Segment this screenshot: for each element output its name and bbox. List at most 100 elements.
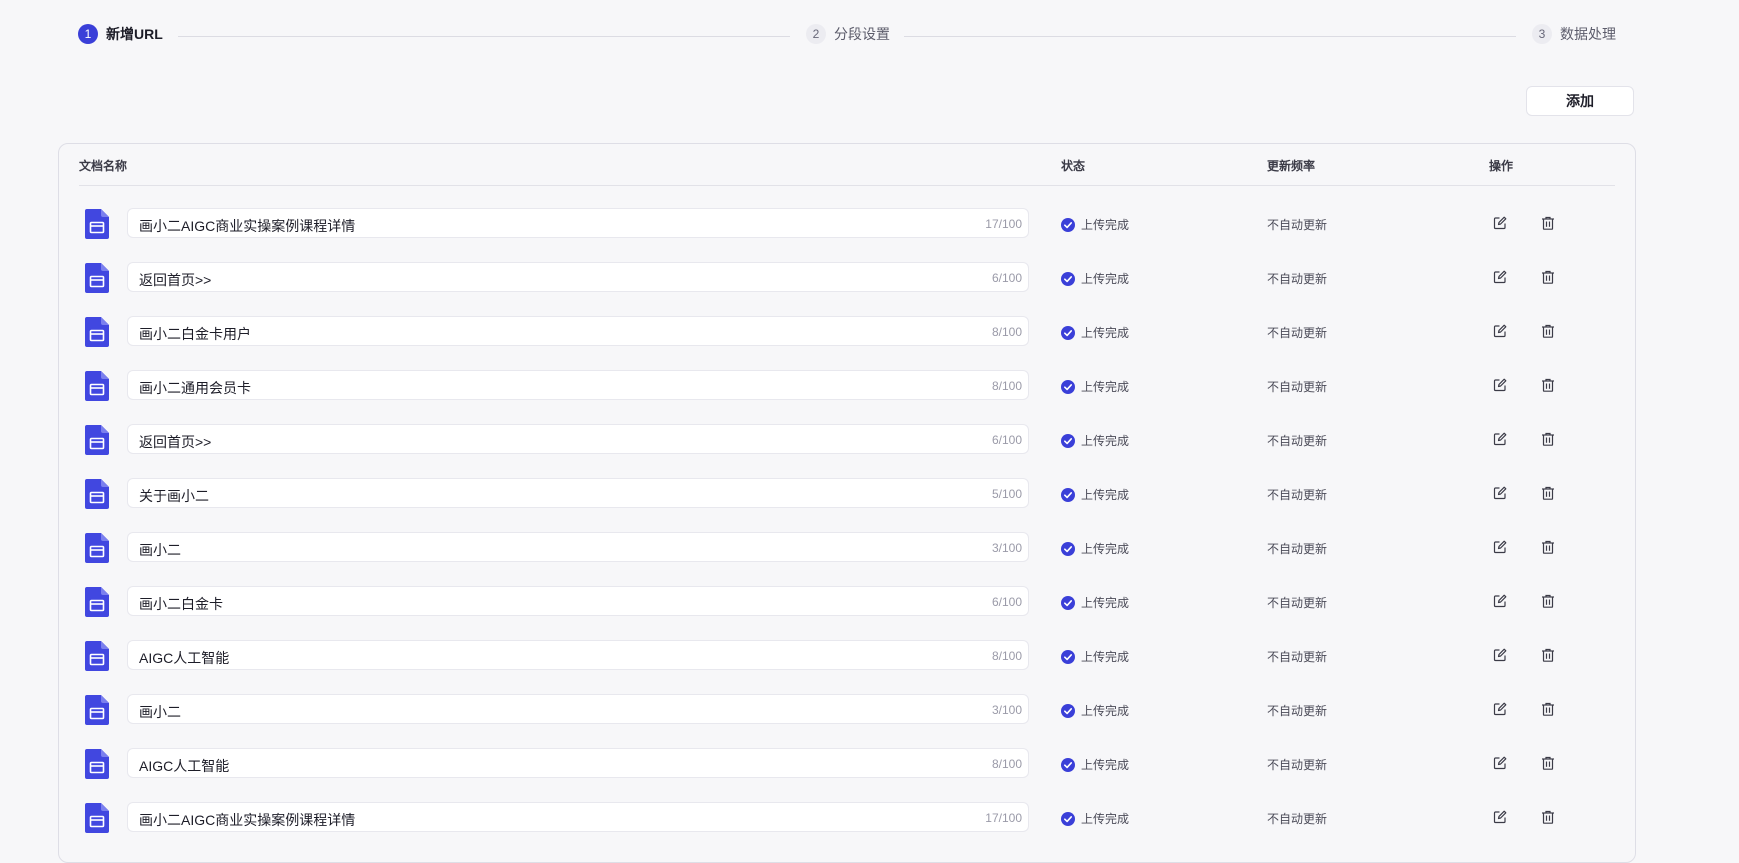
edit-icon[interactable]: [1493, 594, 1507, 608]
check-circle-icon: [1061, 649, 1075, 664]
trash-icon[interactable]: [1541, 486, 1555, 500]
status-text: 上传完成: [1081, 326, 1130, 340]
document-name-input[interactable]: 返回首页>> 6/100: [127, 262, 1029, 292]
step-connector: [178, 36, 790, 37]
document-icon: [85, 425, 109, 455]
document-icon: [85, 641, 109, 671]
update-frequency: 不自动更新: [1267, 704, 1328, 718]
update-frequency: 不自动更新: [1267, 488, 1328, 502]
edit-icon[interactable]: [1493, 270, 1507, 284]
trash-icon[interactable]: [1541, 378, 1555, 392]
edit-icon[interactable]: [1493, 648, 1507, 662]
edit-icon[interactable]: [1493, 216, 1507, 230]
document-name-input[interactable]: 画小二AIGC商业实操案例课程详情 17/100: [127, 208, 1029, 238]
document-name: 画小二白金卡用户: [139, 326, 251, 342]
document-icon: [85, 371, 109, 401]
check-circle-icon: [1061, 595, 1075, 610]
character-count: 3/100: [991, 703, 1022, 717]
status-badge: 上传完成: [1061, 378, 1129, 395]
document-name: AIGC人工智能: [139, 758, 230, 774]
document-name-input[interactable]: 画小二 3/100: [127, 694, 1029, 724]
table-row: 画小二AIGC商业实操案例课程详情 17/100 上传完成 不自动更新: [59, 194, 1635, 248]
document-name: 画小二AIGC商业实操案例课程详情: [139, 218, 356, 234]
edit-icon[interactable]: [1493, 378, 1507, 392]
update-frequency: 不自动更新: [1267, 596, 1328, 610]
trash-icon[interactable]: [1541, 756, 1555, 770]
document-name: 返回首页>>: [139, 434, 212, 450]
table-row: 关于画小二 5/100 上传完成 不自动更新: [59, 464, 1635, 518]
trash-icon[interactable]: [1541, 810, 1555, 824]
document-name-input[interactable]: 返回首页>> 6/100: [127, 424, 1029, 454]
document-name: 画小二: [139, 704, 181, 720]
character-count: 8/100: [991, 757, 1022, 771]
document-table: 文档名称 状态 更新频率 操作 画小二AIGC商业实操案例课程详情 17/100…: [58, 143, 1636, 863]
document-name-input[interactable]: 画小二通用会员卡 8/100: [127, 370, 1029, 400]
document-icon: [85, 749, 109, 779]
update-frequency: 不自动更新: [1267, 380, 1328, 394]
document-name-input[interactable]: 画小二白金卡 6/100: [127, 586, 1029, 616]
table-row: 画小二白金卡用户 8/100 上传完成 不自动更新: [59, 302, 1635, 356]
document-name: 关于画小二: [139, 488, 209, 504]
document-name: 画小二: [139, 542, 181, 558]
document-name-input[interactable]: 画小二AIGC商业实操案例课程详情 17/100: [127, 802, 1029, 832]
status-text: 上传完成: [1081, 758, 1130, 772]
table-row: 画小二 3/100 上传完成 不自动更新: [59, 680, 1635, 734]
table-row: 画小二通用会员卡 8/100 上传完成 不自动更新: [59, 356, 1635, 410]
status-text: 上传完成: [1081, 380, 1130, 394]
character-count: 6/100: [991, 433, 1022, 447]
step-connector: [904, 36, 1516, 37]
table-row: AIGC人工智能 8/100 上传完成 不自动更新: [59, 626, 1635, 680]
document-icon: [85, 533, 109, 563]
check-circle-icon: [1061, 217, 1075, 232]
trash-icon[interactable]: [1541, 324, 1555, 338]
edit-icon[interactable]: [1493, 702, 1507, 716]
trash-icon[interactable]: [1541, 432, 1555, 446]
check-circle-icon: [1061, 487, 1075, 502]
check-circle-icon: [1061, 325, 1075, 340]
status-text: 上传完成: [1081, 434, 1130, 448]
edit-icon[interactable]: [1493, 756, 1507, 770]
edit-icon[interactable]: [1493, 486, 1507, 500]
status-text: 上传完成: [1081, 812, 1130, 826]
status-badge: 上传完成: [1061, 702, 1129, 719]
trash-icon[interactable]: [1541, 702, 1555, 716]
step-1: 1 新增URL: [78, 22, 163, 46]
document-icon: [85, 209, 109, 239]
trash-icon[interactable]: [1541, 648, 1555, 662]
status-text: 上传完成: [1081, 218, 1130, 232]
document-name-input[interactable]: 画小二 3/100: [127, 532, 1029, 562]
table-header: 文档名称 状态 更新频率 操作: [79, 144, 1615, 186]
trash-icon[interactable]: [1541, 270, 1555, 284]
status-text: 上传完成: [1081, 272, 1130, 286]
document-icon: [85, 803, 109, 833]
edit-icon[interactable]: [1493, 810, 1507, 824]
table-row: 画小二AIGC商业实操案例课程详情 17/100 上传完成 不自动更新: [59, 788, 1635, 842]
character-count: 8/100: [991, 649, 1022, 663]
trash-icon[interactable]: [1541, 540, 1555, 554]
edit-icon[interactable]: [1493, 432, 1507, 446]
edit-icon[interactable]: [1493, 324, 1507, 338]
document-name-input[interactable]: 画小二白金卡用户 8/100: [127, 316, 1029, 346]
document-name-input[interactable]: AIGC人工智能 8/100: [127, 640, 1029, 670]
table-row: AIGC人工智能 8/100 上传完成 不自动更新: [59, 734, 1635, 788]
document-icon: [85, 695, 109, 725]
character-count: 17/100: [985, 811, 1022, 825]
status-badge: 上传完成: [1061, 756, 1129, 773]
trash-icon[interactable]: [1541, 216, 1555, 230]
document-name-input[interactable]: AIGC人工智能 8/100: [127, 748, 1029, 778]
status-text: 上传完成: [1081, 488, 1130, 502]
update-frequency: 不自动更新: [1267, 650, 1328, 664]
document-name-input[interactable]: 关于画小二 5/100: [127, 478, 1029, 508]
edit-icon[interactable]: [1493, 540, 1507, 554]
table-row: 画小二 3/100 上传完成 不自动更新: [59, 518, 1635, 572]
status-text: 上传完成: [1081, 542, 1130, 556]
step-2-label: 分段设置: [834, 26, 890, 42]
step-3-label: 数据处理: [1560, 26, 1616, 42]
document-icon: [85, 479, 109, 509]
status-badge: 上传完成: [1061, 810, 1129, 827]
character-count: 8/100: [991, 325, 1022, 339]
document-name: 画小二白金卡: [139, 596, 223, 612]
trash-icon[interactable]: [1541, 594, 1555, 608]
add-button[interactable]: 添加: [1526, 86, 1634, 116]
header-name: 文档名称: [79, 159, 128, 173]
